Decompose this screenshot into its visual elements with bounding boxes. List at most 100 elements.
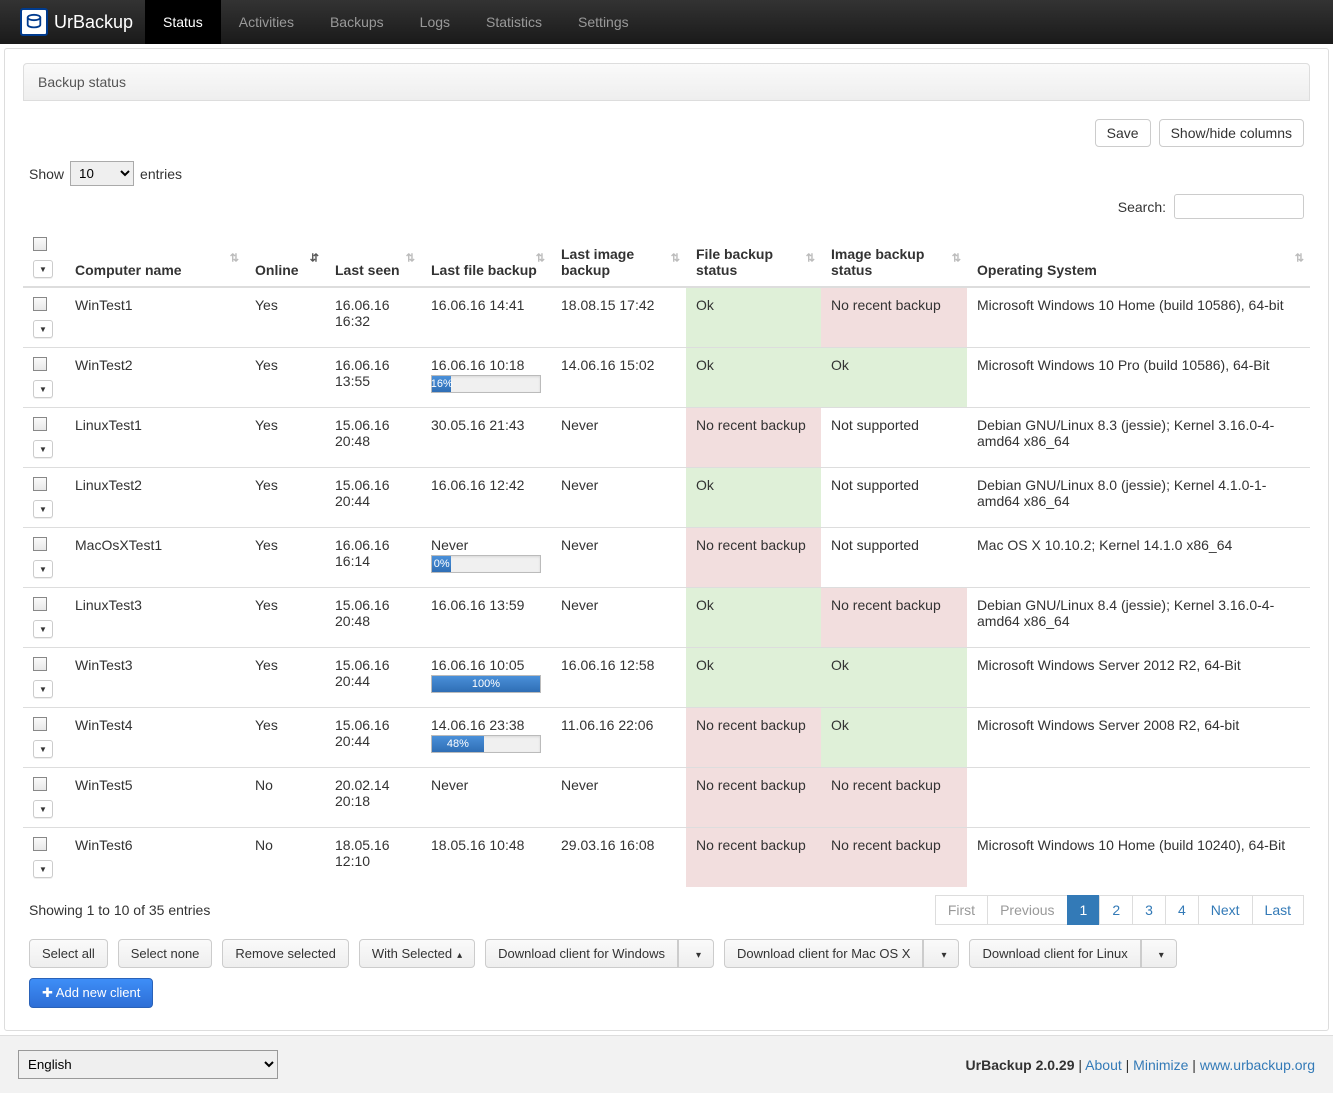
last-file-backup: 16.06.16 14:41	[421, 287, 551, 348]
last-file-backup: 14.06.16 23:3848%	[421, 708, 551, 768]
last-image-backup: 29.03.16 16:08	[551, 828, 686, 888]
table-row: ▼WinTest6No18.05.1612:1018.05.16 10:4829…	[23, 828, 1310, 888]
show-hide-columns-button[interactable]: Show/hide columns	[1159, 119, 1304, 147]
row-checkbox[interactable]	[33, 417, 47, 431]
remove-selected-button[interactable]: Remove selected	[222, 939, 348, 968]
language-select[interactable]: English	[18, 1050, 278, 1079]
col-header[interactable]: Computer name⇅	[65, 229, 245, 287]
search-input[interactable]	[1174, 194, 1304, 219]
computer-name: LinuxTest2	[65, 468, 245, 528]
add-new-client-button[interactable]: ✚ Add new client	[29, 978, 153, 1008]
image-backup-status: No recent backup	[821, 287, 967, 348]
select-all-button[interactable]: Select all	[29, 939, 108, 968]
row-actions-toggle[interactable]: ▼	[33, 800, 53, 818]
file-backup-status: Ok	[686, 648, 821, 708]
image-backup-status: Not supported	[821, 468, 967, 528]
row-checkbox[interactable]	[33, 717, 47, 731]
table-row: ▼LinuxTest3Yes15.06.1620:4816.06.16 13:5…	[23, 588, 1310, 648]
col-header[interactable]: ▼	[23, 229, 65, 287]
minimize-link[interactable]: Minimize	[1133, 1057, 1188, 1073]
page-3[interactable]: 3	[1132, 895, 1166, 925]
site-link[interactable]: www.urbackup.org	[1200, 1057, 1315, 1073]
row-actions-toggle[interactable]: ▼	[33, 620, 53, 638]
computer-name: WinTest6	[65, 828, 245, 888]
col-header[interactable]: Last image backup⇅	[551, 229, 686, 287]
online-status: Yes	[245, 648, 325, 708]
sort-icon: ⇅	[952, 251, 961, 264]
table-row: ▼MacOsXTest1Yes16.06.1616:14Never0%Never…	[23, 528, 1310, 588]
header-actions-toggle[interactable]: ▼	[33, 260, 53, 278]
row-actions-toggle[interactable]: ▼	[33, 860, 53, 878]
row-checkbox[interactable]	[33, 537, 47, 551]
table-row: ▼LinuxTest2Yes15.06.1620:4416.06.16 12:4…	[23, 468, 1310, 528]
entries-select[interactable]: 10	[70, 161, 134, 186]
progress-bar: 0%	[431, 555, 541, 573]
version-label: UrBackup 2.0.29	[966, 1057, 1075, 1073]
nav-activities[interactable]: Activities	[221, 0, 312, 44]
last-image-backup: Never	[551, 768, 686, 828]
save-button[interactable]: Save	[1095, 119, 1151, 147]
operating-system: Microsoft Windows Server 2012 R2, 64-Bit	[967, 648, 1310, 708]
download-mac-button[interactable]: Download client for Mac OS X	[724, 939, 923, 968]
about-link[interactable]: About	[1085, 1057, 1122, 1073]
last-file-backup: 18.05.16 10:48	[421, 828, 551, 888]
download-linux-button[interactable]: Download client for Linux	[969, 939, 1140, 968]
row-actions-toggle[interactable]: ▼	[33, 740, 53, 758]
with-selected-button[interactable]: With Selected	[359, 939, 475, 968]
last-file-backup: Never0%	[421, 528, 551, 588]
row-actions-toggle[interactable]: ▼	[33, 680, 53, 698]
sort-icon: ⇅	[671, 251, 680, 264]
row-checkbox[interactable]	[33, 597, 47, 611]
page-1[interactable]: 1	[1067, 895, 1101, 925]
page-2[interactable]: 2	[1099, 895, 1133, 925]
row-actions-toggle[interactable]: ▼	[33, 380, 53, 398]
col-header[interactable]: Operating System⇅	[967, 229, 1310, 287]
col-header[interactable]: Image backup status⇅	[821, 229, 967, 287]
page-next[interactable]: Next	[1198, 895, 1253, 925]
download-mac-caret[interactable]	[923, 939, 959, 968]
row-checkbox[interactable]	[33, 357, 47, 371]
nav-settings[interactable]: Settings	[560, 0, 647, 44]
nav-logs[interactable]: Logs	[402, 0, 468, 44]
row-actions-toggle[interactable]: ▼	[33, 500, 53, 518]
last-file-backup: 16.06.16 13:59	[421, 588, 551, 648]
nav-statistics[interactable]: Statistics	[468, 0, 560, 44]
col-header[interactable]: Online⇵	[245, 229, 325, 287]
row-checkbox[interactable]	[33, 777, 47, 791]
nav-status[interactable]: Status	[145, 0, 221, 44]
brand-logo[interactable]: UrBackup	[8, 8, 145, 36]
progress-bar: 16%	[431, 375, 541, 393]
last-seen: 16.06.1613:55	[325, 348, 421, 408]
download-windows-caret[interactable]	[678, 939, 714, 968]
select-all-checkbox[interactable]	[33, 237, 47, 251]
brand-text: UrBackup	[54, 12, 133, 33]
sort-icon: ⇅	[536, 251, 545, 264]
last-seen: 16.06.1616:14	[325, 528, 421, 588]
download-windows-button[interactable]: Download client for Windows	[485, 939, 678, 968]
row-actions-toggle[interactable]: ▼	[33, 440, 53, 458]
page-last[interactable]: Last	[1252, 895, 1304, 925]
col-header[interactable]: Last file backup⇅	[421, 229, 551, 287]
page-4[interactable]: 4	[1165, 895, 1199, 925]
operating-system: Mac OS X 10.10.2; Kernel 14.1.0 x86_64	[967, 528, 1310, 588]
operating-system: Debian GNU/Linux 8.3 (jessie); Kernel 3.…	[967, 408, 1310, 468]
online-status: Yes	[245, 588, 325, 648]
online-status: Yes	[245, 287, 325, 348]
online-status: Yes	[245, 528, 325, 588]
last-seen: 18.05.1612:10	[325, 828, 421, 888]
row-actions-toggle[interactable]: ▼	[33, 560, 53, 578]
nav-backups[interactable]: Backups	[312, 0, 402, 44]
select-none-button[interactable]: Select none	[118, 939, 213, 968]
row-checkbox[interactable]	[33, 297, 47, 311]
table-row: ▼LinuxTest1Yes15.06.1620:4830.05.16 21:4…	[23, 408, 1310, 468]
col-header[interactable]: Last seen⇅	[325, 229, 421, 287]
download-linux-caret[interactable]	[1141, 939, 1177, 968]
operating-system	[967, 768, 1310, 828]
row-checkbox[interactable]	[33, 837, 47, 851]
row-actions-toggle[interactable]: ▼	[33, 320, 53, 338]
col-header[interactable]: File backup status⇅	[686, 229, 821, 287]
last-image-backup: Never	[551, 468, 686, 528]
row-checkbox[interactable]	[33, 477, 47, 491]
row-checkbox[interactable]	[33, 657, 47, 671]
progress-bar: 48%	[431, 735, 541, 753]
